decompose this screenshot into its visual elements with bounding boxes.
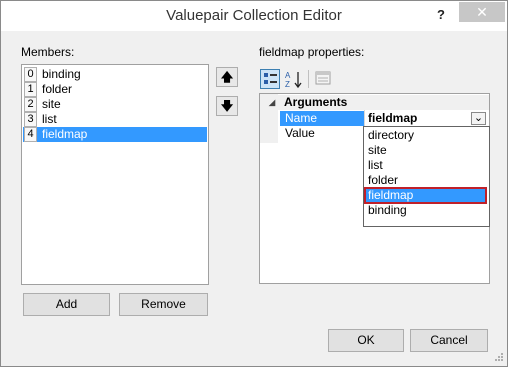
- close-icon: ✕: [476, 4, 488, 20]
- categorized-icon: [264, 73, 277, 84]
- svg-text:A: A: [285, 71, 291, 80]
- dropdown-option[interactable]: site: [365, 143, 487, 158]
- dialog-window: Valuepair Collection Editor ? ✕ Members:…: [0, 0, 508, 367]
- member-item[interactable]: 0 binding: [23, 67, 207, 82]
- member-index: 1: [24, 82, 37, 97]
- sort-az-icon: A Z: [285, 71, 302, 89]
- dropdown-arrow-button[interactable]: ⌄: [471, 112, 486, 125]
- arrow-up-icon: 🡅: [220, 70, 234, 84]
- members-label: Members:: [21, 45, 75, 59]
- member-index: 0: [24, 67, 37, 82]
- category-label: Arguments: [284, 95, 348, 109]
- add-button[interactable]: Add: [23, 293, 110, 316]
- selection-highlight-box: [364, 187, 487, 204]
- member-item[interactable]: 3 list: [23, 112, 207, 127]
- remove-button[interactable]: Remove: [119, 293, 208, 316]
- member-item[interactable]: 1 folder: [23, 82, 207, 97]
- member-index: 3: [24, 112, 37, 127]
- category-arguments[interactable]: ◢ Arguments: [260, 95, 489, 110]
- categorized-view-button[interactable]: [260, 69, 280, 89]
- resize-grip-icon[interactable]: [493, 351, 505, 363]
- members-listbox[interactable]: 0 binding 1 folder 2 site 3 list 4 field…: [21, 64, 209, 285]
- collapse-icon[interactable]: ◢: [269, 95, 275, 110]
- dropdown-option[interactable]: directory: [365, 128, 487, 143]
- member-item-selected[interactable]: 4 fieldmap: [23, 127, 207, 142]
- alphabetical-view-button[interactable]: A Z: [284, 69, 304, 89]
- help-button[interactable]: ?: [431, 5, 451, 25]
- move-up-button[interactable]: 🡅: [216, 67, 238, 87]
- property-name-value[interactable]: fieldmap: [368, 111, 417, 126]
- member-label: binding: [42, 67, 81, 81]
- close-button[interactable]: ✕: [459, 2, 505, 22]
- chevron-down-icon: ⌄: [473, 112, 484, 124]
- properties-label: fieldmap properties:: [259, 45, 365, 59]
- member-label: folder: [42, 82, 73, 96]
- property-pages-icon: [315, 71, 331, 85]
- svg-text:Z: Z: [285, 80, 290, 89]
- property-name-label: Name: [280, 111, 364, 126]
- dropdown-option[interactable]: folder: [365, 173, 487, 188]
- ok-button[interactable]: OK: [328, 329, 404, 352]
- member-label: site: [42, 97, 61, 111]
- arrow-down-icon: 🡇: [220, 99, 234, 113]
- title-bar: Valuepair Collection Editor ? ✕: [1, 1, 507, 31]
- member-item[interactable]: 2 site: [23, 97, 207, 112]
- dropdown-option[interactable]: list: [365, 158, 487, 173]
- member-label: fieldmap: [42, 127, 88, 141]
- dropdown-option[interactable]: binding: [365, 203, 487, 218]
- member-index: 4: [24, 127, 37, 142]
- cancel-button[interactable]: Cancel: [410, 329, 488, 352]
- property-row-name[interactable]: Name fieldmap ⌄: [260, 111, 489, 126]
- member-index: 2: [24, 97, 37, 112]
- name-dropdown-list[interactable]: directory site list folder fieldmap bind…: [363, 126, 490, 227]
- move-down-button[interactable]: 🡇: [216, 96, 238, 116]
- member-label: list: [42, 112, 57, 126]
- property-value-label: Value: [285, 126, 315, 140]
- toolbar-separator: [308, 70, 309, 88]
- property-pages-button[interactable]: [314, 69, 334, 89]
